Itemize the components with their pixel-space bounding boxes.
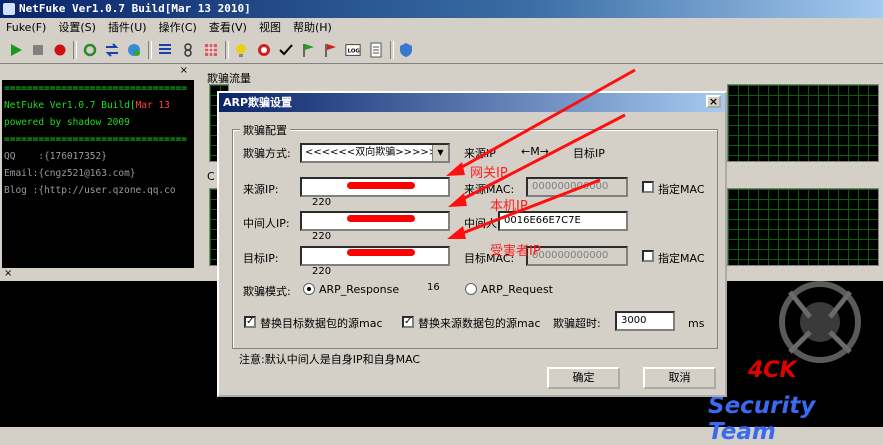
annotation-arrows xyxy=(446,68,636,239)
gateway-annotation: 网关IP xyxy=(470,166,508,181)
victim-annotation: 受害者IP xyxy=(490,244,541,259)
local-annotation: 本机IP xyxy=(490,199,528,214)
